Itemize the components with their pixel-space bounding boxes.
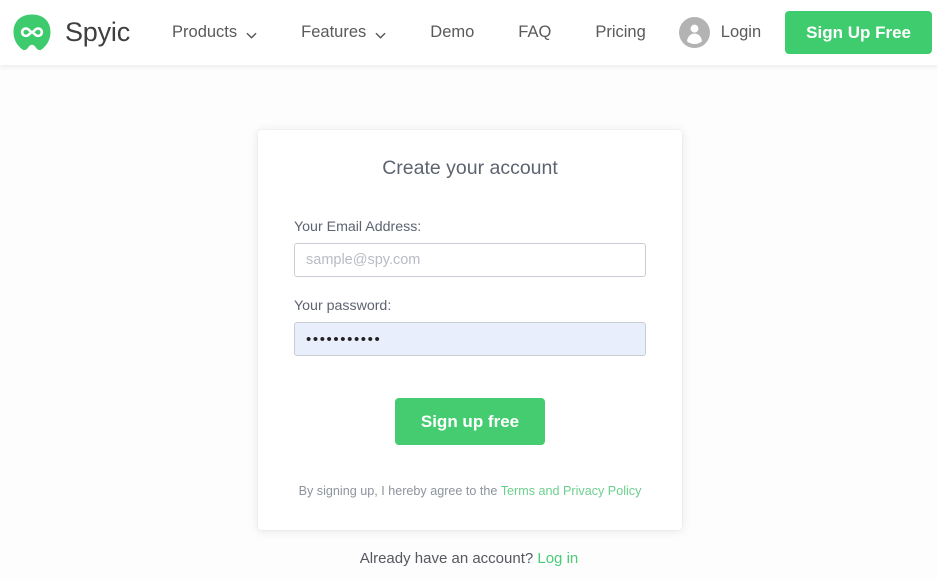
nav-item-pricing[interactable]: Pricing <box>595 23 645 42</box>
nav-item-faq[interactable]: FAQ <box>518 23 551 42</box>
brand-name: Spyic <box>65 17 131 47</box>
site-header: Spyic Products Features Demo FAQ Pricing <box>0 0 938 65</box>
terms-agreement-text: By signing up, I hereby agree to the Ter… <box>294 484 646 498</box>
signup-form: Your Email Address: Your password: Sign … <box>258 219 682 498</box>
nav-item-products[interactable]: Products <box>172 23 257 42</box>
email-field-group: Your Email Address: <box>294 219 646 277</box>
infinity-logo-icon <box>12 13 52 53</box>
page-title: Create your account <box>382 157 558 179</box>
existing-account-prompt: Already have an account? Log in <box>0 550 938 567</box>
page-body: Create your account Your Email Address: … <box>0 65 938 579</box>
header-actions: Login Sign Up Free <box>678 11 932 54</box>
infinity-logo-svg <box>13 14 51 50</box>
nav-item-label: FAQ <box>518 23 552 41</box>
login-link[interactable]: Login <box>678 17 762 48</box>
nav-item-label: Products <box>172 23 238 41</box>
login-label: Login <box>720 23 762 41</box>
brand-logo-link[interactable]: Spyic <box>12 13 130 53</box>
signup-card: Create your account Your Email Address: … <box>258 130 682 530</box>
main-navigation: Products Features Demo FAQ Pricing <box>172 23 646 42</box>
nav-item-label: Pricing <box>595 23 646 41</box>
terms-prefix: By signing up, I hereby agree to the <box>298 484 501 498</box>
submit-row: Sign up free <box>294 398 646 445</box>
user-avatar-icon <box>678 17 721 48</box>
user-avatar-svg <box>678 17 710 48</box>
log-in-link[interactable]: Log in <box>537 550 578 567</box>
email-input[interactable] <box>294 243 646 277</box>
existing-account-text: Already have an account? <box>359 550 538 567</box>
password-input[interactable] <box>294 322 646 356</box>
signup-free-button[interactable]: Sign Up Free <box>785 11 932 54</box>
password-field-label: Your password: <box>294 298 392 314</box>
nav-item-demo[interactable]: Demo <box>430 23 474 42</box>
nav-item-label: Features <box>301 23 367 41</box>
email-field-label: Your Email Address: <box>294 219 422 235</box>
nav-item-label: Demo <box>430 23 475 41</box>
chevron-down-icon <box>375 27 386 39</box>
password-field-group: Your password: <box>294 298 646 356</box>
chevron-down-icon <box>246 27 257 39</box>
nav-item-features[interactable]: Features <box>301 23 386 42</box>
sign-up-free-submit-button[interactable]: Sign up free <box>394 398 546 445</box>
terms-and-privacy-policy-link[interactable]: Terms and Privacy Policy <box>501 484 642 498</box>
